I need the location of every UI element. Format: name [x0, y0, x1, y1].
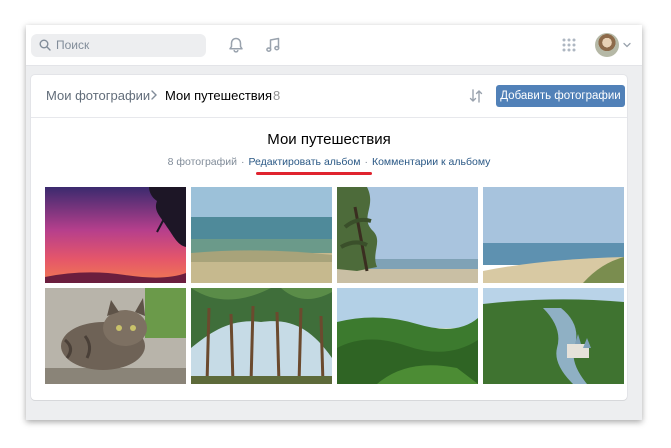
- edit-album-link[interactable]: Редактировать альбом: [249, 156, 361, 168]
- breadcrumb-my-photos[interactable]: Мои фотографии: [46, 88, 150, 103]
- seashore-image: [337, 187, 478, 283]
- lake-photo[interactable]: [191, 187, 332, 283]
- river-valley-photo[interactable]: [483, 288, 624, 384]
- add-photos-button[interactable]: Добавить фотографии: [496, 85, 625, 107]
- album-card: Мои фотографии Мои путешествия 8 Добавит…: [31, 75, 627, 400]
- breadcrumb-photo-count: 8: [273, 88, 281, 103]
- chevron-down-icon[interactable]: [623, 42, 631, 48]
- top-bar: Поиск: [26, 25, 642, 66]
- vk-window: Поиск Мои фотографии Мои путешествия 8 Д…: [26, 25, 642, 420]
- album-meta: 8 фотографий · Редактировать альбом · Коммен…: [31, 156, 627, 168]
- separator-dot: ·: [241, 156, 245, 168]
- sunset-image: [45, 187, 186, 283]
- music-note-icon[interactable]: [264, 36, 282, 54]
- chevron-right-icon: [151, 90, 157, 100]
- valley-image: [483, 288, 624, 384]
- pine-forest-photo[interactable]: [191, 288, 332, 384]
- lake-image: [191, 187, 332, 283]
- beach-image: [483, 187, 624, 283]
- separator-dot: ·: [364, 156, 368, 168]
- sunset-photo[interactable]: [45, 187, 186, 283]
- album-title: Мои путешествия: [267, 131, 391, 148]
- highlight-underline: [256, 172, 372, 175]
- beach-photo[interactable]: [483, 187, 624, 283]
- album-header: Мои фотографии Мои путешествия 8 Добавит…: [31, 75, 627, 118]
- sort-icon[interactable]: [468, 88, 484, 104]
- album-photo-count: 8 фотографий: [167, 156, 237, 168]
- apps-grid-icon[interactable]: [562, 38, 576, 52]
- breadcrumb-current-album: Мои путешествия: [165, 88, 272, 103]
- seashore-tree-photo[interactable]: [337, 187, 478, 283]
- cat-image: [45, 288, 186, 384]
- hills-image: [337, 288, 478, 384]
- avatar[interactable]: [595, 33, 619, 57]
- search-icon: [39, 39, 51, 51]
- album-comments-link[interactable]: Комментарии к альбому: [372, 156, 490, 168]
- search-input[interactable]: Поиск: [31, 34, 206, 57]
- bell-icon[interactable]: [227, 36, 245, 54]
- forest-image: [191, 288, 332, 384]
- search-placeholder: Поиск: [56, 38, 90, 52]
- green-hills-photo[interactable]: [337, 288, 478, 384]
- cat-photo[interactable]: [45, 288, 186, 384]
